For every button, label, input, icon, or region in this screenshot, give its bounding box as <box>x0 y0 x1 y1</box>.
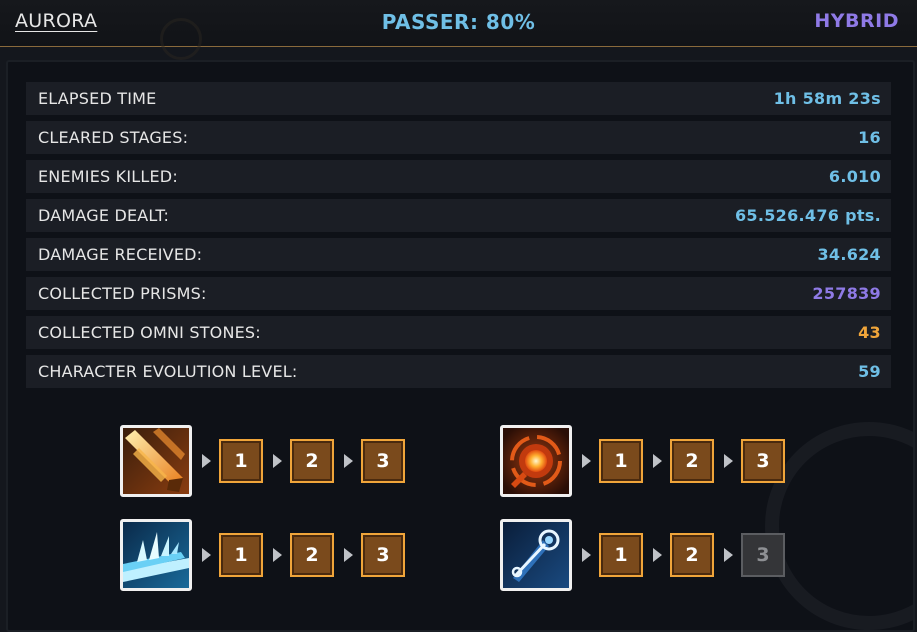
stat-row-elapsed-time: ELAPSED TIME 1h 58m 23s <box>26 82 891 115</box>
stat-row-cleared-stages: CLEARED STAGES: 16 <box>26 121 891 154</box>
arrow-icon <box>653 548 662 562</box>
results-panel: ELAPSED TIME 1h 58m 23s CLEARED STAGES: … <box>6 60 915 632</box>
stat-row-damage-dealt: DAMAGE DEALT: 65.526.476 pts. <box>26 199 891 232</box>
skill-row-ice-wave: 1 2 3 <box>120 519 405 591</box>
skill-level-2[interactable]: 2 <box>670 533 714 577</box>
stat-value: 43 <box>858 323 881 342</box>
stat-row-enemies-killed: ENEMIES KILLED: 6.010 <box>26 160 891 193</box>
skill-level-2[interactable]: 2 <box>290 533 334 577</box>
background-ring-decoration <box>765 422 913 630</box>
sword-slash-icon[interactable] <box>120 425 192 497</box>
stat-label: CHARACTER EVOLUTION LEVEL: <box>38 362 298 381</box>
ice-wave-icon[interactable] <box>120 519 192 591</box>
skill-level-1[interactable]: 1 <box>599 533 643 577</box>
comet-icon[interactable] <box>500 519 572 591</box>
stats-list: ELAPSED TIME 1h 58m 23s CLEARED STAGES: … <box>26 82 891 394</box>
stat-label: ELAPSED TIME <box>38 89 157 108</box>
arrow-icon <box>202 548 211 562</box>
stat-label: DAMAGE RECEIVED: <box>38 245 203 264</box>
skill-level-2[interactable]: 2 <box>290 439 334 483</box>
stat-row-collected-omni-stones: COLLECTED OMNI STONES: 43 <box>26 316 891 349</box>
stat-row-damage-received: DAMAGE RECEIVED: 34.624 <box>26 238 891 271</box>
stat-label: DAMAGE DEALT: <box>38 206 170 225</box>
arrow-icon <box>273 454 282 468</box>
skill-row-sword-slash: 1 2 3 <box>120 425 405 497</box>
stat-row-collected-prisms: COLLECTED PRISMS: 257839 <box>26 277 891 310</box>
skill-row-comet: 1 2 3 <box>500 519 785 591</box>
stat-value: 257839 <box>812 284 881 303</box>
skill-level-1[interactable]: 1 <box>219 439 263 483</box>
skill-level-1[interactable]: 1 <box>599 439 643 483</box>
skill-row-fireball: 1 2 3 <box>500 425 785 497</box>
stat-label: CLEARED STAGES: <box>38 128 189 147</box>
arrow-icon <box>273 548 282 562</box>
stat-value: 1h 58m 23s <box>773 89 881 108</box>
skill-level-1[interactable]: 1 <box>219 533 263 577</box>
passer-label: PASSER: 80% <box>381 10 536 34</box>
stat-label: ENEMIES KILLED: <box>38 167 178 186</box>
arrow-icon <box>653 454 662 468</box>
top-bar: AURORA PASSER: 80% HYBRID <box>0 0 917 60</box>
arrow-icon <box>344 454 353 468</box>
stat-value: 65.526.476 pts. <box>735 206 881 225</box>
arrow-icon <box>582 454 591 468</box>
stat-value: 34.624 <box>817 245 881 264</box>
arrow-icon <box>582 548 591 562</box>
stat-value: 6.010 <box>828 167 881 186</box>
stat-label: COLLECTED OMNI STONES: <box>38 323 261 342</box>
stat-value: 16 <box>858 128 881 147</box>
skill-level-2[interactable]: 2 <box>670 439 714 483</box>
skill-level-3[interactable]: 3 <box>361 533 405 577</box>
skill-level-3-locked: 3 <box>741 533 785 577</box>
stat-value: 59 <box>858 362 881 381</box>
fireball-icon[interactable] <box>500 425 572 497</box>
arrow-icon <box>724 454 733 468</box>
skill-level-3[interactable]: 3 <box>741 439 785 483</box>
stat-row-character-evolution-level: CHARACTER EVOLUTION LEVEL: 59 <box>26 355 891 388</box>
arrow-icon <box>724 548 733 562</box>
stat-label: COLLECTED PRISMS: <box>38 284 207 303</box>
arrow-icon <box>202 454 211 468</box>
arrow-icon <box>344 548 353 562</box>
mode-label: HYBRID <box>814 10 899 32</box>
skill-level-3[interactable]: 3 <box>361 439 405 483</box>
